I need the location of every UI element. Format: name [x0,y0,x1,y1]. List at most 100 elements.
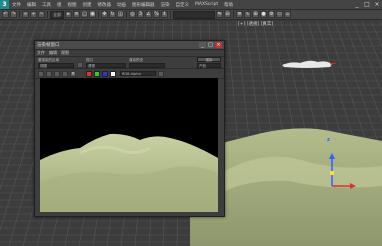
axis-z-label: z [327,137,330,143]
material-editor-icon[interactable]: ● [260,11,267,18]
window-crossing-icon[interactable]: ▣ [89,11,96,18]
dialog-title: 渲染帧窗口 [37,43,60,48]
schematic-icon[interactable]: ⊞ [252,11,259,18]
menu-rendering[interactable]: 渲染 [158,2,173,8]
toolbar-separator [19,11,20,18]
area-to-render-dropdown[interactable]: 视图 [38,62,74,68]
toolbar-separator [233,11,234,18]
area-to-render-group: 要渲染的区域 视图 [38,58,74,68]
layer-icon[interactable]: ≣ [236,11,243,18]
render-icon[interactable]: ☕ [284,11,291,18]
close-button[interactable]: × [372,0,382,9]
menu-animation[interactable]: 动画 [114,2,129,8]
app-logo[interactable]: 3 [0,0,9,9]
clone-frame-icon[interactable] [54,70,60,77]
snap-icon[interactable]: 3 [137,11,144,18]
dialog-maximize-button[interactable]: □ [207,42,214,48]
dialog-title-buttons: _ □ × [199,42,222,48]
menu-modifiers[interactable]: 修改器 [95,2,115,8]
undo-icon[interactable]: ↶ [2,11,9,18]
gizmo-center [330,171,334,175]
render-setup-icon[interactable]: ⚙ [268,11,275,18]
dialog-menu-file[interactable]: 文件 [37,50,45,56]
red-channel-toggle[interactable] [86,70,92,77]
menu-bar: 3 文件 编辑 工具 组 视图 创建 修改器 动画 图形编辑器 渲染 自定义 M… [0,0,382,10]
percent-snap-icon[interactable]: % [153,11,160,18]
channel-dropdown[interactable]: RGB Alpha [120,71,156,76]
menu-edit[interactable]: 编辑 [24,2,39,8]
menu-group[interactable]: 组 [54,2,65,8]
distant-terrain-object [282,60,332,68]
toolbar-separator [170,11,171,18]
rotate-icon[interactable]: ↻ [109,11,116,18]
dialog-titlebar[interactable]: 渲染帧窗口 _ □ × [35,41,224,50]
selection-filter-dropdown[interactable]: 全部 [50,10,64,19]
move-icon[interactable]: ✥ [101,11,108,18]
window-controls: _ □ × [352,0,382,9]
menu-graph-editors[interactable]: 图形编辑器 [129,2,158,8]
viewport-label[interactable]: [+] [透视] [真实] [238,21,273,27]
link-icon[interactable]: ∞ [22,11,29,18]
region-select-icon[interactable]: □ [81,11,88,18]
viewport-field-label: 视口 [86,57,93,62]
edit-region-icon[interactable] [77,61,83,68]
named-selection-dropdown[interactable] [173,10,215,19]
green-channel-toggle[interactable] [94,70,100,77]
select-by-name-icon[interactable]: ≡ [73,11,80,18]
mirror-icon[interactable]: ⇋ [216,11,223,18]
dialog-close-button[interactable]: × [215,42,222,48]
main-toolbar: ↶ ↷ ∞ ÷ ~ 全部 ▸ ≡ □ ▣ ✥ ↻ ◫ ◎ 3 ∠ % ⇕ ⇋ ⊟… [0,10,382,20]
menu-maxscript[interactable]: MAXScript [192,2,221,7]
grid-line [0,21,21,70]
dialog-menu-view[interactable]: 视图 [61,50,69,56]
scale-icon[interactable]: ◫ [117,11,124,18]
print-icon[interactable] [62,70,68,77]
grid-line [0,21,3,26]
render-preset-dropdown[interactable] [129,62,165,68]
render-preset-label: 渲染预设 [129,57,143,62]
dialog-menubar: 文件 编辑 视图 [35,50,224,57]
menu-create[interactable]: 创建 [80,2,95,8]
alpha-channel-toggle[interactable] [110,70,116,77]
menu-help[interactable]: 帮助 [221,2,236,8]
render-output-image [40,78,218,212]
maximize-button[interactable]: □ [362,0,372,9]
blue-channel-toggle[interactable] [102,70,108,77]
angle-snap-icon[interactable]: ∠ [145,11,152,18]
bind-icon[interactable]: ~ [38,11,45,18]
menu-file[interactable]: 文件 [9,2,24,8]
color-swatch-icon[interactable] [158,70,164,77]
select-icon[interactable]: ▸ [65,11,72,18]
distant-object-marker [329,62,337,65]
spinner-snap-icon[interactable]: ⇕ [161,11,168,18]
rendered-terrain [40,133,218,212]
pivot-icon[interactable]: ◎ [129,11,136,18]
menu-tools[interactable]: 工具 [39,2,54,8]
curve-editor-icon[interactable]: ∿ [244,11,251,18]
area-to-render-label: 要渲染的区域 [38,57,59,62]
unlink-icon[interactable]: ÷ [30,11,37,18]
render-preset-group: 渲染预设 [129,58,165,68]
toolbar-separator [47,11,48,18]
copy-image-icon[interactable] [46,70,52,77]
menu-customize[interactable]: 自定义 [173,2,193,8]
viewport-dropdown[interactable]: 透视 [86,62,126,68]
toolbar-separator [98,11,99,18]
minimize-button[interactable]: _ [352,0,362,9]
product-dropdown[interactable]: 产品 [197,63,221,68]
dialog-minimize-button[interactable]: _ [199,42,206,48]
save-image-icon[interactable] [38,70,44,77]
render-button-group: 渲染 产品 [197,57,221,68]
viewport-group: 视口 透视 [86,58,126,68]
render-frame-dialog: 渲染帧窗口 _ □ × 文件 编辑 视图 要渲染的区域 视图 视口 透视 渲染预… [34,40,225,217]
menu-views[interactable]: 视图 [65,2,80,8]
render-button[interactable]: 渲染 [197,57,221,62]
grid-line [0,21,30,95]
dialog-menu-edit[interactable]: 编辑 [49,50,57,56]
render-frame-icon[interactable]: ▭ [276,11,283,18]
dialog-settings-row: 要渲染的区域 视图 视口 透视 渲染预设 渲染 产品 [35,57,224,68]
toolbar-separator [126,11,127,18]
clear-icon[interactable]: × [70,70,76,77]
align-icon[interactable]: ⊟ [224,11,231,18]
redo-icon[interactable]: ↷ [10,11,17,18]
